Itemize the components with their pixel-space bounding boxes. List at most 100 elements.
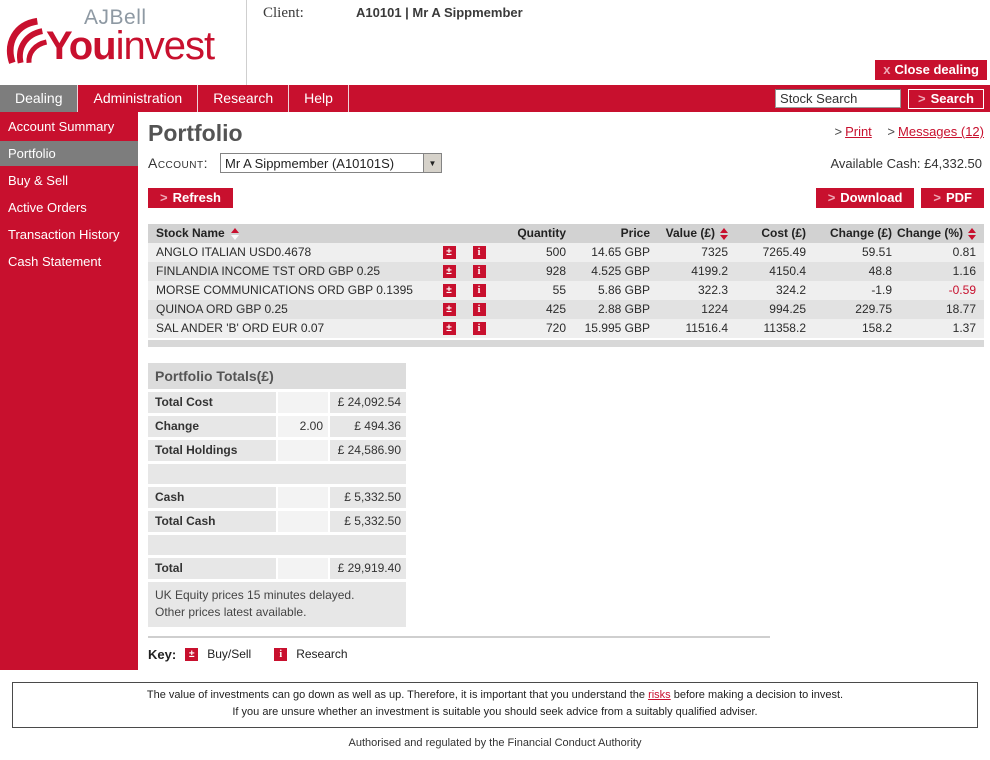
quantity-cell: 500 [494,243,566,262]
totals-row [148,464,406,484]
value-cell: 7325 [650,243,728,262]
totals-body: Total Cost £ 24,092.54 Change 2.00 £ 494… [148,392,406,579]
nav-tabs: Dealing Administration Research Help [0,85,349,112]
table-row: ANGLO ITALIAN USD0.4678 ± i 500 14.65 GB… [148,243,984,262]
nav-tab[interactable]: Research [198,85,289,112]
totals-row: Cash £ 5,332.50 [148,487,406,508]
stock-name: ANGLO ITALIAN USD0.4678 [148,243,434,262]
download-button[interactable]: >Download [816,188,915,208]
research-icon[interactable]: i [473,284,486,297]
value-cell: 1224 [650,300,728,319]
print-link[interactable]: Print [845,124,872,139]
account-select[interactable]: Mr A Sippmember (A10101S) ▼ [220,153,442,173]
sidebar-item[interactable]: Portfolio [0,141,138,166]
stock-search-input[interactable] [775,89,901,108]
research-icon[interactable]: i [473,322,486,335]
page-footer: The value of investments can go down as … [0,670,990,760]
cost-cell: 4150.4 [728,262,806,281]
price-cell: 4.525 GBP [566,262,650,281]
col-quantity: Quantity [494,224,566,243]
table-header-row: Stock Name Quantity Price Value (£) Cost… [148,224,984,243]
sort-icon[interactable] [968,228,976,240]
sort-icon[interactable] [231,228,239,240]
sidebar-item[interactable]: Transaction History [0,222,138,247]
stock-name: MORSE COMMUNICATIONS ORD GBP 0.1395 [148,281,434,300]
change-cell: -1.9 [806,281,892,300]
key-research-label: Research [296,647,347,661]
research-icon: i [274,648,287,661]
buy-sell-icon[interactable]: ± [443,246,456,259]
price-cell: 14.65 GBP [566,243,650,262]
buy-sell-icon[interactable]: ± [443,265,456,278]
messages-link[interactable]: Messages (12) [898,124,984,139]
col-cost: Cost (£) [728,224,806,243]
nav-tab[interactable]: Administration [78,85,198,112]
table-row: MORSE COMMUNICATIONS ORD GBP 0.1395 ± i … [148,281,984,300]
client-value: A10101 | Mr A Sippmember [356,5,523,20]
portfolio-totals: Portfolio Totals(£) Total Cost £ 24,092.… [148,363,406,627]
totals-row: Total Cash £ 5,332.50 [148,511,406,532]
arrow-icon: > [160,190,168,205]
logo-youinvest-text: Youinvest [46,24,214,69]
page-title: Portfolio [148,120,243,147]
pdf-button[interactable]: >PDF [921,188,984,208]
research-icon[interactable]: i [473,265,486,278]
stock-name: SAL ANDER 'B' ORD EUR 0.07 [148,319,434,338]
disclaimer-box: The value of investments can go down as … [12,682,978,728]
price-cell: 5.86 GBP [566,281,650,300]
quantity-cell: 55 [494,281,566,300]
sidebar-item[interactable]: Active Orders [0,195,138,220]
value-cell: 4199.2 [650,262,728,281]
price-cell: 15.995 GBP [566,319,650,338]
sidebar-item[interactable]: Account Summary [0,114,138,139]
change-cell: 229.75 [806,300,892,319]
stock-search-area: >Search [775,89,990,109]
risks-link[interactable]: risks [648,689,671,701]
nav-tab[interactable]: Help [289,85,349,112]
close-dealing-button[interactable]: xClose dealing [875,60,987,80]
research-icon[interactable]: i [473,303,486,316]
refresh-button[interactable]: >Refresh [148,188,233,208]
col-price: Price [566,224,650,243]
table-row: QUINOA ORD GBP 0.25 ± i 425 2.88 GBP 122… [148,300,984,319]
client-info: Client: A10101 | Mr A Sippmember [247,0,523,85]
change-pct-cell: 1.16 [892,262,984,281]
divider [148,636,770,638]
arrow-icon: > [828,190,836,205]
stock-name: QUINOA ORD GBP 0.25 [148,300,434,319]
nav-tab[interactable]: Dealing [0,85,78,112]
quantity-cell: 720 [494,319,566,338]
buy-sell-icon[interactable]: ± [443,322,456,335]
change-cell: 158.2 [806,319,892,338]
top-links: >Print >Messages (12) [822,120,984,139]
brand-logo: AJBell Youinvest [0,0,247,85]
key-label: Key: [148,647,176,662]
totals-row: Change 2.00 £ 494.36 [148,416,406,437]
col-value[interactable]: Value (£) [650,224,728,243]
col-change-pct[interactable]: Change (%) [892,224,984,243]
sidebar-item[interactable]: Cash Statement [0,249,138,274]
buy-sell-icon: ± [185,648,198,661]
sidebar: Account Summary Portfolio Buy & Sell Act… [0,112,138,670]
sort-icon[interactable] [720,228,728,240]
change-cell: 59.51 [806,243,892,262]
buy-sell-icon[interactable]: ± [443,303,456,316]
search-button[interactable]: >Search [908,89,984,109]
chevron-down-icon[interactable]: ▼ [423,154,441,172]
quantity-cell: 425 [494,300,566,319]
buy-sell-icon[interactable]: ± [443,284,456,297]
research-icon[interactable]: i [473,246,486,259]
close-icon: x [883,62,890,77]
value-cell: 11516.4 [650,319,728,338]
totals-row [148,535,406,555]
arrow-icon: > [834,124,842,139]
totals-title: Portfolio Totals(£) [148,363,406,389]
sidebar-item[interactable]: Buy & Sell [0,168,138,193]
table-row: SAL ANDER 'B' ORD EUR 0.07 ± i 720 15.99… [148,319,984,338]
change-pct-cell: 18.77 [892,300,984,319]
available-cash-value: £4,332.50 [924,156,982,171]
available-cash: Available Cash: £4,332.50 [830,156,984,171]
col-stock-name[interactable]: Stock Name [148,224,434,243]
cost-cell: 994.25 [728,300,806,319]
account-label: Account: [148,155,208,171]
